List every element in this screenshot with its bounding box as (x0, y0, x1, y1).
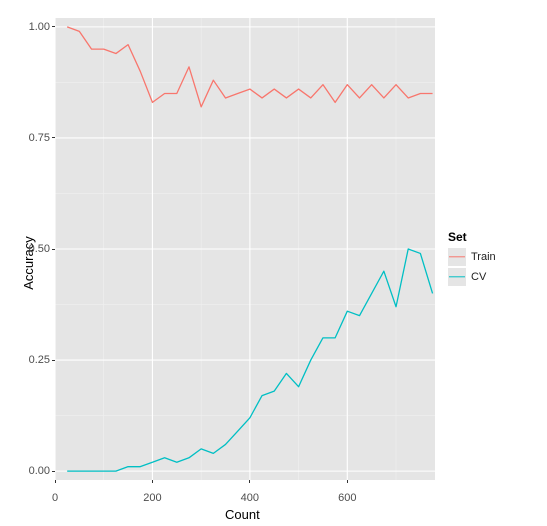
plot-svg (55, 18, 435, 480)
legend: Set Train CV (448, 230, 538, 288)
y-tick-label: 0.75 (29, 132, 50, 144)
y-tick-label: 0.25 (29, 354, 50, 366)
legend-key (448, 248, 466, 266)
y-tick-label: 0.50 (29, 243, 50, 255)
x-tick-label: 600 (338, 492, 356, 504)
x-tick-label: 400 (241, 492, 259, 504)
legend-item-train: Train (448, 248, 538, 266)
x-tick-label: 0 (52, 492, 58, 504)
legend-key (448, 268, 466, 286)
chart-container: Accuracy Count 0.000.250.500.751.00 0200… (0, 0, 547, 526)
legend-item-cv: CV (448, 268, 538, 286)
y-tick-label: 0.00 (29, 465, 50, 477)
legend-label: CV (471, 271, 486, 283)
x-tick-labels: 0 200 400 600 (0, 492, 547, 506)
x-tick-label: 200 (143, 492, 161, 504)
legend-label: Train (471, 251, 496, 263)
y-tick-labels: 0.00 0.25 0.50 0.75 1.00 (20, 0, 50, 526)
y-tick-label: 1.00 (29, 21, 50, 33)
x-axis-title: Count (225, 507, 260, 522)
plot-panel (55, 18, 435, 480)
legend-title: Set (448, 230, 538, 244)
